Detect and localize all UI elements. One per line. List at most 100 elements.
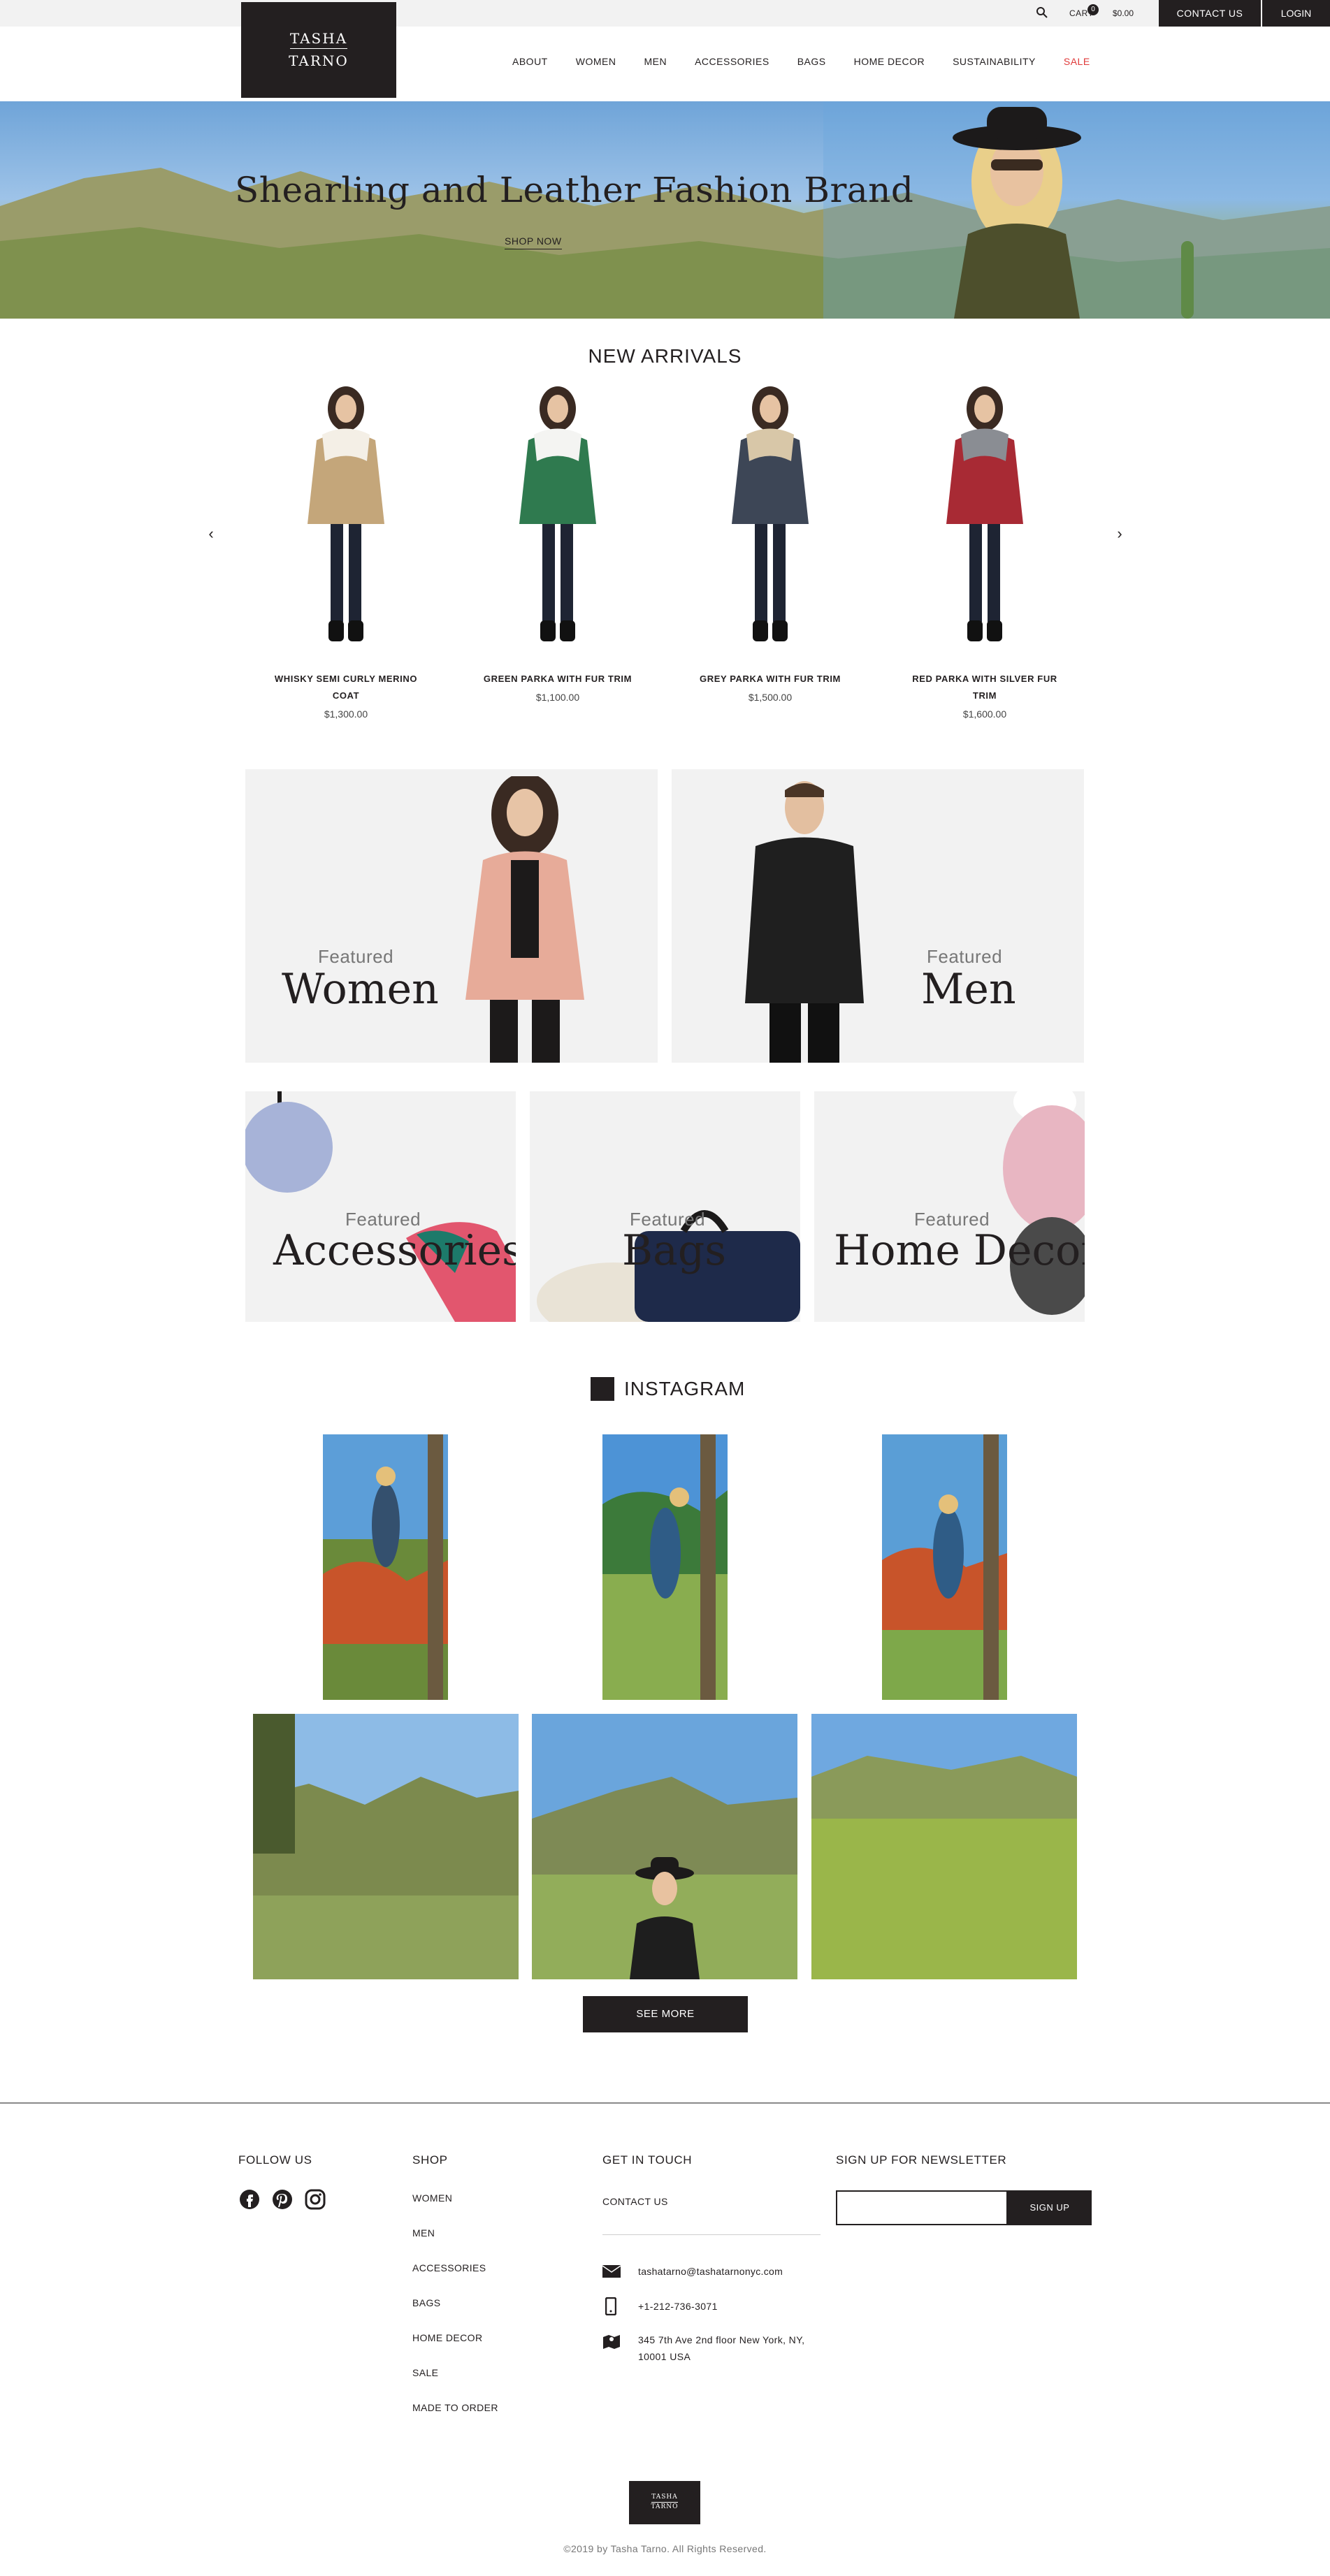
envelope-icon [602,2265,621,2278]
see-more-button[interactable]: SEE MORE [583,1996,748,2032]
login-button[interactable]: LOGIN [1262,0,1330,27]
instagram-post[interactable] [811,1714,1077,1979]
model-boot [753,620,768,641]
product-name[interactable]: GREEN PARKA WITH FUR TRIM [474,671,642,687]
footer-logo-line-1: TASHA [651,2494,678,2501]
pinterest-icon[interactable] [272,2189,293,2210]
featured-women-image [465,776,584,1063]
featured-bags-tile[interactable]: Featured Bags [530,1091,800,1322]
shop-now-link[interactable]: SHOP NOW [505,235,562,249]
instagram-post[interactable] [253,1714,519,1979]
product-card[interactable]: GREY PARKA WITH FUR TRIM $1,500.00 [686,384,854,703]
product-name[interactable]: RED PARKA WITH SILVER FUR TRIM [901,671,1069,704]
product-image[interactable] [474,384,642,664]
instagram-icon[interactable] [305,2189,326,2210]
product-card[interactable]: WHISKY SEMI CURLY MERINO COAT $1,300.00 [262,384,430,720]
top-bar: CART 0 $0.00 [0,0,1330,27]
model-leg [331,524,343,622]
featured-bags-image [537,1210,800,1322]
product-price: $1,300.00 [324,708,368,720]
model-face [547,395,568,423]
facebook-icon[interactable] [239,2189,260,2210]
footer-link-home-decor[interactable]: HOME DECOR [412,2332,482,2343]
featured-men-tile[interactable]: Featured Men [672,769,1084,1063]
product-image[interactable] [262,384,430,664]
shop-title: SHOP [412,2153,448,2167]
footer-link-made-to-order[interactable]: MADE TO ORDER [412,2402,498,2413]
featured-accessories-tile[interactable]: Featured Accessories [245,1091,516,1322]
footer-link-accessories[interactable]: ACCESSORIES [412,2262,486,2273]
model-leg [755,524,767,622]
product-image[interactable] [686,384,854,664]
footer-link-bags[interactable]: BAGS [412,2297,441,2308]
cart-total[interactable]: $0.00 [1113,8,1134,18]
model-boot [560,620,575,641]
product-name[interactable]: WHISKY SEMI CURLY MERINO COAT [262,671,430,704]
chevron-right-icon[interactable]: › [1111,525,1128,542]
product-card[interactable]: RED PARKA WITH SILVER FUR TRIM $1,600.00 [901,384,1069,720]
featured-home-decor-image [1003,1091,1085,1315]
nav-item-sale[interactable]: SALE [1064,56,1090,71]
nav-item-women[interactable]: WOMEN [576,56,616,71]
instagram-post[interactable] [882,1434,1007,1700]
featured-men-heading[interactable]: Men [921,965,1016,1014]
logo-line-2: TARNO [289,52,349,69]
nav-item-bags[interactable]: BAGS [797,56,826,71]
model-boot [967,620,983,641]
nav-item-accessories[interactable]: ACCESSORIES [695,56,769,71]
logo-line-1: TASHA [289,30,348,47]
footer-divider [0,2102,1330,2104]
product-card[interactable]: GREEN PARKA WITH FUR TRIM $1,100.00 [474,384,642,703]
featured-accessories-heading[interactable]: Accessories [273,1226,516,1275]
search-icon[interactable] [1036,6,1048,19]
product-price: $1,600.00 [962,708,1007,720]
model-leg [773,524,786,622]
map-marker-icon [603,2335,620,2349]
chevron-left-icon[interactable]: ‹ [203,525,219,542]
contact-divider [602,2234,821,2235]
phone-icon [605,2297,616,2315]
model-face [974,395,995,423]
nav-item-sustainability[interactable]: SUSTAINABILITY [953,56,1036,71]
featured-women-heading[interactable]: Women [282,965,439,1014]
featured-women-tile[interactable]: Featured Women [245,769,658,1063]
instagram-post[interactable] [532,1714,797,1979]
featured-home-decor-tile[interactable]: Featured Home Decor [814,1091,1085,1322]
featured-home-decor-heading[interactable]: Home Decor [834,1226,1085,1275]
newsletter-title: SIGN UP FOR NEWSLETTER [836,2153,1007,2167]
instagram-post[interactable] [602,1434,728,1700]
model-boot [348,620,363,641]
hero-title: Shearling and Leather Fashion Brand [235,170,914,210]
model-face [760,395,781,423]
footer-contact-link[interactable]: CONTACT US [602,2196,668,2207]
model-boot [328,620,344,641]
footer-link-men[interactable]: MEN [412,2227,435,2239]
newsletter-email-input[interactable] [836,2190,1008,2225]
follow-us-title: FOLLOW US [238,2153,312,2167]
footer-link-women[interactable]: WOMEN [412,2192,452,2204]
new-arrivals-title: NEW ARRIVALS [588,345,742,367]
instagram-title: INSTAGRAM [624,1378,746,1399]
footer-phone[interactable]: +1-212-736-3071 [638,2301,718,2312]
contact-us-button[interactable]: CONTACT US [1159,0,1261,27]
model-leg [988,524,1000,622]
footer-logo-line-2: TARNO [651,2503,679,2510]
cart-count-badge: 0 [1087,4,1099,15]
footer-link-sale[interactable]: SALE [412,2367,438,2378]
nav-item-men[interactable]: MEN [644,56,667,71]
sign-up-button[interactable]: SIGN UP [1008,2190,1092,2225]
copyright-text: ©2019 by Tasha Tarno. All Rights Reserve… [563,2543,767,2554]
model-leg [349,524,361,622]
model-boot [987,620,1002,641]
model-face [335,395,356,423]
footer-logo[interactable]: TASHA TARNO [629,2481,700,2524]
nav-item-home-decor[interactable]: HOME DECOR [854,56,925,71]
brand-logo[interactable]: TASHA TARNO [241,2,396,98]
nav-item-about[interactable]: ABOUT [512,56,548,71]
product-name[interactable]: GREY PARKA WITH FUR TRIM [686,671,854,687]
footer-address: 345 7th Ave 2nd floor New York, NY, 1000… [638,2334,805,2362]
footer-email[interactable]: tashatarno@tashatarnonyc.com [638,2266,783,2277]
instagram-post[interactable] [323,1434,448,1700]
featured-bags-heading[interactable]: Bags [622,1226,726,1275]
product-image[interactable] [901,384,1069,664]
